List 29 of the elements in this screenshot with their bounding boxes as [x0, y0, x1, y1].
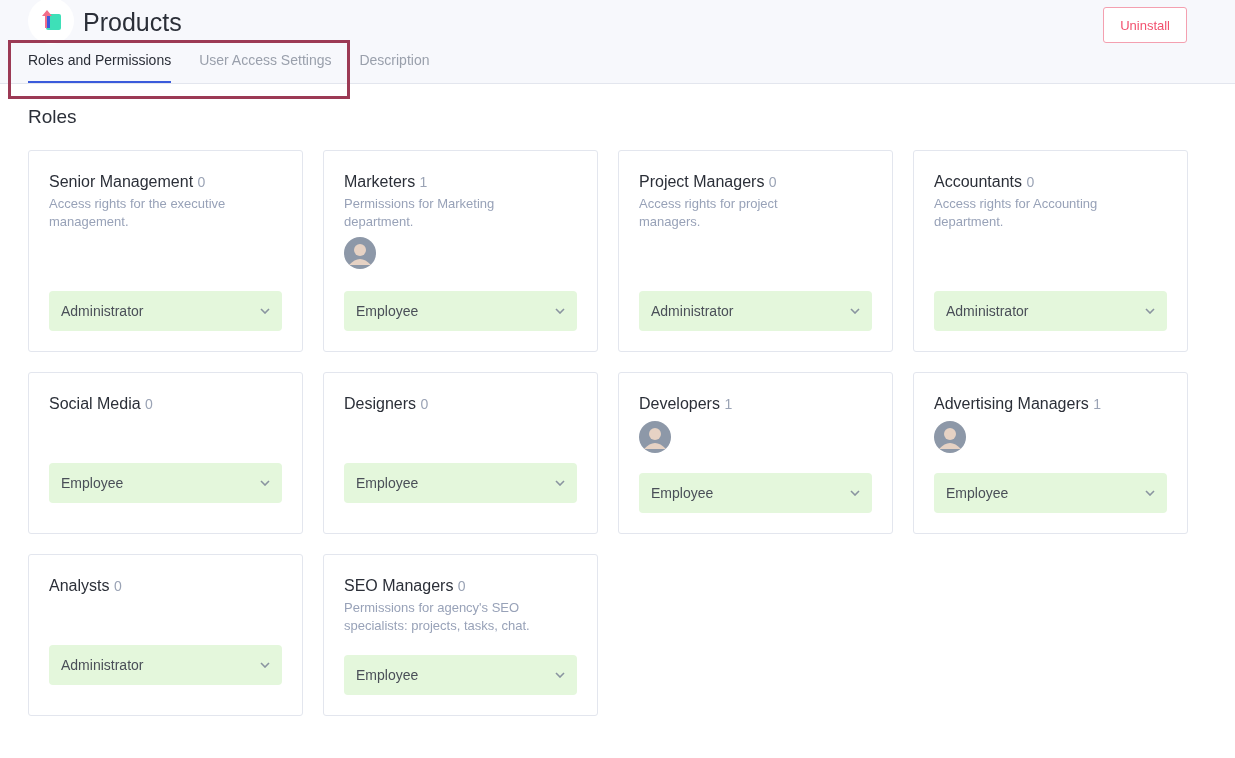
access-dropdown[interactable]: Administrator	[49, 645, 282, 685]
role-title: Project Managers 0	[639, 172, 778, 192]
role-title: Senior Management 0	[49, 172, 207, 192]
section-title: Roles	[28, 106, 78, 128]
access-dropdown[interactable]: Employee	[639, 473, 872, 513]
access-dropdown[interactable]: Administrator	[639, 291, 872, 331]
access-dropdown[interactable]: Employee	[49, 463, 282, 503]
uninstall-button[interactable]: Uninstall	[1103, 7, 1187, 43]
role-description: Access rights for project managers.	[639, 195, 779, 231]
role-title: Developers 1	[639, 394, 734, 414]
tab[interactable]: Roles and Permissions	[28, 44, 172, 83]
access-dropdown[interactable]: Employee	[344, 655, 577, 695]
access-dropdown[interactable]: Administrator	[49, 291, 282, 331]
access-dropdown[interactable]: Employee	[344, 291, 577, 331]
role-title: Designers 0	[344, 394, 430, 414]
role-title: SEO Managers 0	[344, 576, 467, 596]
role-title: Marketers 1	[344, 172, 429, 192]
page-title: Products	[83, 7, 183, 37]
role-title: Advertising Managers 1	[934, 394, 1102, 414]
role-description: Access rights for Accounting department.	[934, 195, 1099, 231]
role-title: Social Media 0	[49, 394, 154, 414]
role-title: Analysts 0	[49, 576, 123, 596]
access-dropdown[interactable]: Employee	[934, 473, 1167, 513]
role-description: Permissions for agency's SEO specialists: projects, tasks, chat.	[344, 599, 531, 635]
role-title: Accountants 0	[934, 172, 1036, 192]
role-description: Access rights for the executive management.	[49, 195, 227, 231]
role-description: Permissions for Marketing department.	[344, 195, 496, 231]
access-dropdown[interactable]: Administrator	[934, 291, 1167, 331]
access-dropdown[interactable]: Employee	[344, 463, 577, 503]
